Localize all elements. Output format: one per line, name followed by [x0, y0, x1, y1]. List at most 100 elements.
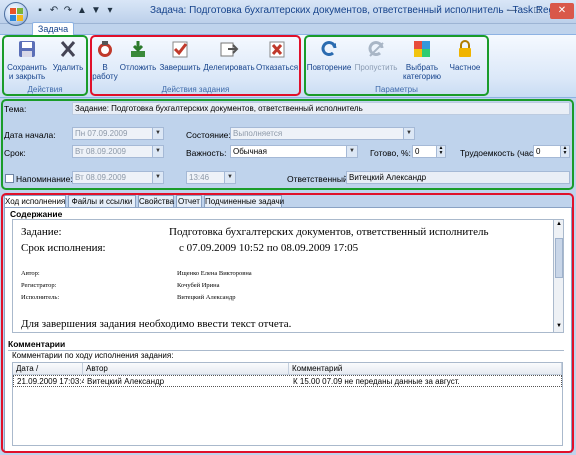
- refuse-icon: [269, 41, 285, 58]
- delete-icon: [60, 41, 76, 57]
- choose-category-button[interactable]: Выбрать категорию: [400, 39, 444, 81]
- due-label: Срок:: [4, 148, 26, 158]
- complete-button[interactable]: Завершить: [158, 39, 202, 72]
- group-params-label: Параметры: [375, 85, 418, 94]
- skip-button[interactable]: Пропустить: [353, 39, 399, 72]
- comments-grid: Дата / Автор Комментарий 21.09.2009 17:0…: [12, 362, 563, 446]
- effort-label: Трудоемкость (час):: [460, 148, 539, 158]
- effort-stepper[interactable]: 0 ▲ ▼: [533, 145, 570, 158]
- customize-icon[interactable]: ▾: [104, 5, 116, 17]
- responsible-label: Ответственный:: [287, 174, 351, 184]
- doc-author-label: Автор:: [21, 270, 40, 277]
- redo-icon[interactable]: ↷: [62, 5, 74, 17]
- ready-stepper[interactable]: 0 ▲ ▼: [412, 145, 446, 158]
- reminder-time-field[interactable]: 13:46 ▼: [186, 171, 236, 184]
- save-icon[interactable]: ▪: [34, 5, 46, 17]
- dropdown-icon[interactable]: ▼: [152, 172, 163, 183]
- office-button[interactable]: [4, 2, 28, 26]
- close-button[interactable]: ✕: [550, 3, 574, 19]
- dropdown-icon[interactable]: ▼: [346, 146, 357, 157]
- maximize-button[interactable]: □: [525, 3, 549, 19]
- complete-icon: [172, 41, 188, 58]
- doc-executor-label: Исполнитель:: [21, 294, 60, 301]
- col-author-header[interactable]: Автор: [83, 363, 289, 375]
- doc-period-value: с 07.09.2009 10:52 по 08.09.2009 17:05: [179, 242, 359, 254]
- comments-title: Комментарии: [8, 339, 66, 349]
- doc-executor-value: Витецкий Александр: [177, 294, 236, 301]
- comments-subtitle: Комментарии по ходу исполнения задания:: [12, 351, 174, 360]
- doc-author-value: Ищенко Елена Викторовна: [177, 270, 252, 277]
- content-label: Содержание: [10, 209, 63, 219]
- delegate-icon: [220, 42, 239, 57]
- refuse-button[interactable]: Отказаться: [256, 39, 298, 72]
- tab-properties[interactable]: Свойства: [138, 195, 174, 207]
- col-comment-header[interactable]: Комментарий: [289, 363, 562, 375]
- doc-note: Для завершения задания необходимо ввести…: [21, 318, 292, 330]
- postpone-button[interactable]: Отложить: [119, 39, 157, 72]
- state-label: Состояние:: [186, 130, 231, 140]
- subject-label: Тема:: [4, 104, 27, 114]
- recurrence-button[interactable]: Повторение: [306, 39, 352, 72]
- subject-field[interactable]: Задание: Подготовка бухгалтерских докуме…: [72, 102, 570, 115]
- due-date-value: Вт 08.09.2009: [75, 147, 126, 156]
- doc-task-value: Подготовка бухгалтерских документов, отв…: [169, 226, 489, 238]
- scroll-down-icon[interactable]: ▼: [555, 323, 563, 331]
- group-task-actions-label: Действия задания: [161, 85, 230, 94]
- effort-value: 0: [536, 147, 541, 156]
- lock-icon: [459, 40, 471, 57]
- scroll-thumb[interactable]: [555, 238, 563, 278]
- state-field[interactable]: Выполняется ▼: [230, 127, 415, 140]
- dropdown-icon[interactable]: ▼: [403, 128, 414, 139]
- in-work-button[interactable]: В работу: [92, 39, 118, 81]
- delegate-button[interactable]: Делегировать: [202, 39, 256, 72]
- importance-value: Обычная: [233, 147, 267, 156]
- tab-task[interactable]: Задача: [32, 22, 74, 35]
- doc-task-label: Задание:: [21, 226, 62, 238]
- task-document[interactable]: Задание: Подготовка бухгалтерских докуме…: [12, 219, 554, 333]
- group-task-actions: В работу Отложить Завершить Делегировать…: [91, 36, 300, 95]
- undo-icon[interactable]: ↶: [48, 5, 60, 17]
- down-icon[interactable]: ▼: [90, 5, 102, 17]
- ready-label: Готово, %:: [370, 148, 411, 158]
- spin-icon[interactable]: ▲ ▼: [560, 146, 569, 157]
- delete-button[interactable]: Удалить: [51, 39, 85, 72]
- dropdown-icon[interactable]: ▼: [224, 172, 235, 183]
- up-icon[interactable]: ▲: [76, 5, 88, 17]
- document-scrollbar[interactable]: ▲ ▼: [553, 219, 564, 333]
- reminder-label: Напоминание:: [16, 174, 73, 184]
- group-actions: Сохранить и закрыть Удалить Действия: [3, 36, 87, 95]
- row-comment: К 15.00 07.09 не переданы данные за авгу…: [293, 377, 460, 386]
- due-date-field[interactable]: Вт 08.09.2009 ▼: [72, 145, 164, 158]
- save-close-button[interactable]: Сохранить и закрыть: [5, 39, 49, 81]
- col-date-header[interactable]: Дата /: [13, 363, 83, 375]
- group-params: Повторение Пропустить Выбрать категорию …: [305, 36, 488, 95]
- minimize-button[interactable]: —: [500, 3, 524, 19]
- start-date-field[interactable]: Пн 07.09.2009 ▼: [72, 127, 164, 140]
- reminder-date-field[interactable]: Вт 08.09.2009 ▼: [72, 171, 164, 184]
- in-work-icon: [98, 41, 112, 57]
- row-date: 21.09.2009 17:03:49: [17, 377, 84, 386]
- tab-files[interactable]: Файлы и ссылки: [68, 195, 136, 207]
- tab-report[interactable]: Отчет: [176, 195, 202, 207]
- floppy-icon: [19, 41, 35, 57]
- reminder-date-value: Вт 08.09.2009: [75, 173, 126, 182]
- responsible-field[interactable]: Витецкий Александр: [346, 171, 570, 184]
- skip-icon: [368, 41, 384, 57]
- ready-value: 0: [415, 147, 420, 156]
- start-label: Дата начала:: [4, 130, 56, 140]
- reminder-checkbox[interactable]: [5, 174, 14, 183]
- postpone-icon: [131, 41, 145, 57]
- spin-icon[interactable]: ▲ ▼: [436, 146, 445, 157]
- dropdown-icon[interactable]: ▼: [152, 146, 163, 157]
- private-button[interactable]: Частное: [445, 39, 485, 72]
- category-icon: [414, 41, 430, 57]
- row-author: Витецкий Александр: [87, 377, 165, 386]
- state-value: Выполняется: [233, 129, 283, 138]
- scroll-up-icon[interactable]: ▲: [555, 221, 563, 229]
- table-row[interactable]: 21.09.2009 17:03:49 Витецкий Александр К…: [13, 375, 562, 387]
- tab-subtasks[interactable]: Подчиненные задачи: [204, 195, 284, 207]
- importance-select[interactable]: Обычная ▼: [230, 145, 358, 158]
- window-title: Задача: Подготовка бухгалтерских докумен…: [150, 5, 568, 16]
- dropdown-icon[interactable]: ▼: [152, 128, 163, 139]
- importance-label: Важность:: [186, 148, 227, 158]
